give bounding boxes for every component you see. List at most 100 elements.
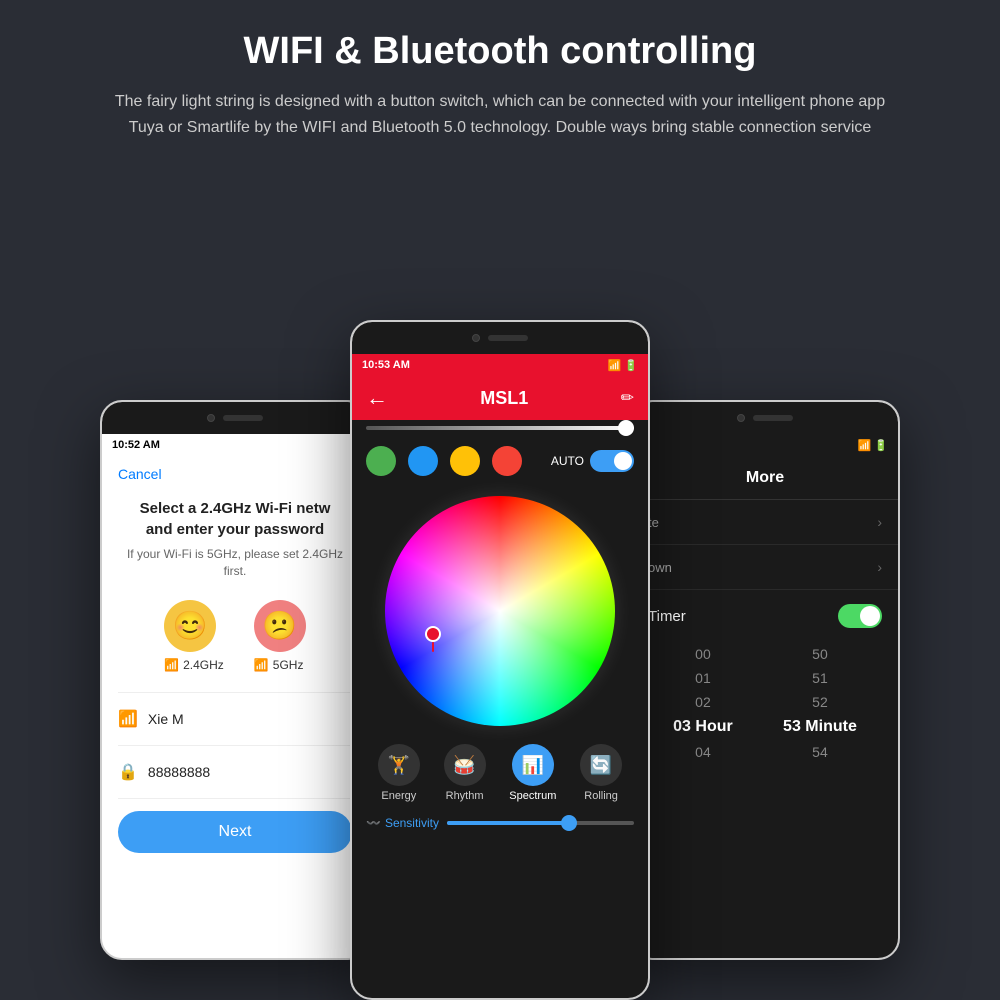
picker-tail — [432, 642, 434, 652]
subtitle: The fairy light string is designed with … — [110, 89, 890, 140]
phones-container: 10:52 AM Cancel Select a 2.4GHz Wi-Fi ne… — [0, 200, 1000, 1000]
time-left: 10:52 AM — [112, 439, 160, 451]
timer-toggle-knob — [860, 606, 880, 626]
menu-item-1[interactable]: te › — [632, 500, 898, 545]
timer-toggle[interactable] — [838, 604, 882, 628]
toggle-knob — [614, 452, 632, 470]
time-center: 10:53 AM — [362, 359, 410, 371]
mode-rhythm-icon: 🥁 — [444, 744, 486, 786]
sensitivity-slider[interactable] — [447, 821, 634, 825]
signal-icons-right: 📶 🔋 — [858, 439, 888, 452]
phone-top-bar-left — [102, 402, 368, 434]
color-picker-dot — [423, 626, 443, 654]
wifi-icon: 📶 — [118, 709, 138, 729]
more-header: More — [632, 456, 898, 500]
hour-03[interactable]: 03 Hour — [673, 714, 733, 740]
min-50: 50 — [783, 642, 857, 666]
wifi-select-title: Select a 2.4GHz Wi-Fi netw and enter you… — [118, 498, 352, 540]
wifi-5ghz-item[interactable]: 😕 📶5GHz — [254, 600, 306, 672]
phone-left: 10:52 AM Cancel Select a 2.4GHz Wi-Fi ne… — [100, 400, 370, 960]
hour-04: 04 — [673, 740, 733, 764]
next-button[interactable]: Next — [118, 811, 352, 853]
phone-left-screen: 10:52 AM Cancel Select a 2.4GHz Wi-Fi ne… — [102, 434, 368, 958]
divider-3 — [118, 798, 352, 799]
timer-section: Timer 00 01 02 03 Hour 04 50 5 — [632, 590, 898, 778]
more-title: More — [746, 469, 784, 487]
timer-label: Timer — [648, 608, 686, 625]
minutes-column: 50 51 52 53 Minute 54 — [783, 642, 857, 764]
mode-rolling-icon: 🔄 — [580, 744, 622, 786]
speaker-left — [223, 415, 263, 421]
phone-right: 📶 🔋 More te › own › Timer — [630, 400, 900, 960]
auto-toggle-container: AUTO — [551, 450, 634, 472]
network-name: Xie M — [148, 711, 184, 727]
mode-energy-label: Energy — [378, 790, 420, 802]
divider-1 — [118, 692, 352, 693]
auto-toggle-switch[interactable] — [590, 450, 634, 472]
camera-left — [207, 414, 215, 422]
center-app-title: MSL1 — [480, 388, 528, 409]
edit-button[interactable]: ✏ — [621, 388, 634, 408]
color-wheel[interactable] — [385, 496, 615, 726]
phone-right-screen: 📶 🔋 More te › own › Timer — [632, 434, 898, 958]
brightness-slider[interactable] — [366, 426, 634, 430]
timer-row: Timer — [648, 604, 882, 628]
hour-00: 00 — [673, 642, 733, 666]
color-dot-green[interactable] — [366, 446, 396, 476]
smiley-sad: 😕 — [254, 600, 306, 652]
mode-energy-icon: 🏋️ — [378, 744, 420, 786]
mode-rhythm[interactable]: 🥁 Rhythm — [444, 744, 486, 802]
mode-rhythm-label: Rhythm — [444, 790, 486, 802]
sensitivity-label: 〰️ Sensitivity — [366, 816, 439, 830]
mode-spectrum-icon: 📊 — [512, 744, 554, 786]
music-modes: 🏋️ Energy 🥁 Rhythm 📊 Spectrum 🔄 Rolling — [352, 736, 648, 810]
wifi-icons-row: 😊 📶2.4GHz 😕 📶5GHz — [118, 600, 352, 672]
status-bar-center: 10:53 AM 📶 🔋 — [352, 354, 648, 376]
freq-24: 📶2.4GHz — [164, 658, 224, 672]
hours-column: 00 01 02 03 Hour 04 — [673, 642, 733, 764]
top-bar-center: ← MSL1 ✏ — [352, 376, 648, 420]
auto-label: AUTO — [551, 454, 584, 468]
sensitivity-thumb — [561, 815, 577, 831]
hour-02: 02 — [673, 690, 733, 714]
freq-5: 📶5GHz — [254, 658, 306, 672]
mode-spectrum[interactable]: 📊 Spectrum — [509, 744, 556, 802]
sensitivity-fill — [447, 821, 569, 825]
status-bar-right: 📶 🔋 — [632, 434, 898, 456]
signal-icons-center: 📶 🔋 — [608, 359, 638, 372]
header-section: WIFI & Bluetooth controlling The fairy l… — [0, 0, 1000, 160]
speaker-center — [488, 335, 528, 341]
color-dot-yellow[interactable] — [450, 446, 480, 476]
divider-2 — [118, 745, 352, 746]
color-dot-blue[interactable] — [408, 446, 438, 476]
mode-spectrum-label: Spectrum — [509, 790, 556, 802]
chevron-2: › — [877, 559, 882, 575]
min-51: 51 — [783, 666, 857, 690]
mode-energy[interactable]: 🏋️ Energy — [378, 744, 420, 802]
color-dot-red[interactable] — [492, 446, 522, 476]
time-picker: 00 01 02 03 Hour 04 50 51 52 53 Minute 5… — [648, 642, 882, 764]
phone-center-screen: 10:53 AM 📶 🔋 ← MSL1 ✏ AUTO — [352, 354, 648, 998]
min-52: 52 — [783, 690, 857, 714]
menu-item-2[interactable]: own › — [632, 545, 898, 590]
network-item[interactable]: 📶 Xie M — [118, 699, 352, 739]
wifi-24ghz-item[interactable]: 😊 📶2.4GHz — [164, 600, 224, 672]
back-button[interactable]: ← — [366, 385, 388, 411]
phone-top-bar-center — [352, 322, 648, 354]
password-value: 88888888 — [148, 764, 210, 780]
sensitivity-row: 〰️ Sensitivity — [352, 810, 648, 836]
chevron-1: › — [877, 514, 882, 530]
status-bar-left: 10:52 AM — [102, 434, 368, 456]
password-item[interactable]: 🔒 88888888 — [118, 752, 352, 792]
mode-rolling[interactable]: 🔄 Rolling — [580, 744, 622, 802]
smiley-happy: 😊 — [164, 600, 216, 652]
wifi-select-sub: If your Wi-Fi is 5GHz, please set 2.4GHz… — [118, 546, 352, 580]
cancel-button[interactable]: Cancel — [118, 466, 352, 482]
min-53[interactable]: 53 Minute — [783, 714, 857, 740]
phone-top-bar-right — [632, 402, 898, 434]
hour-01: 01 — [673, 666, 733, 690]
min-54: 54 — [783, 740, 857, 764]
camera-center — [472, 334, 480, 342]
picker-circle — [425, 626, 441, 642]
speaker-right — [753, 415, 793, 421]
